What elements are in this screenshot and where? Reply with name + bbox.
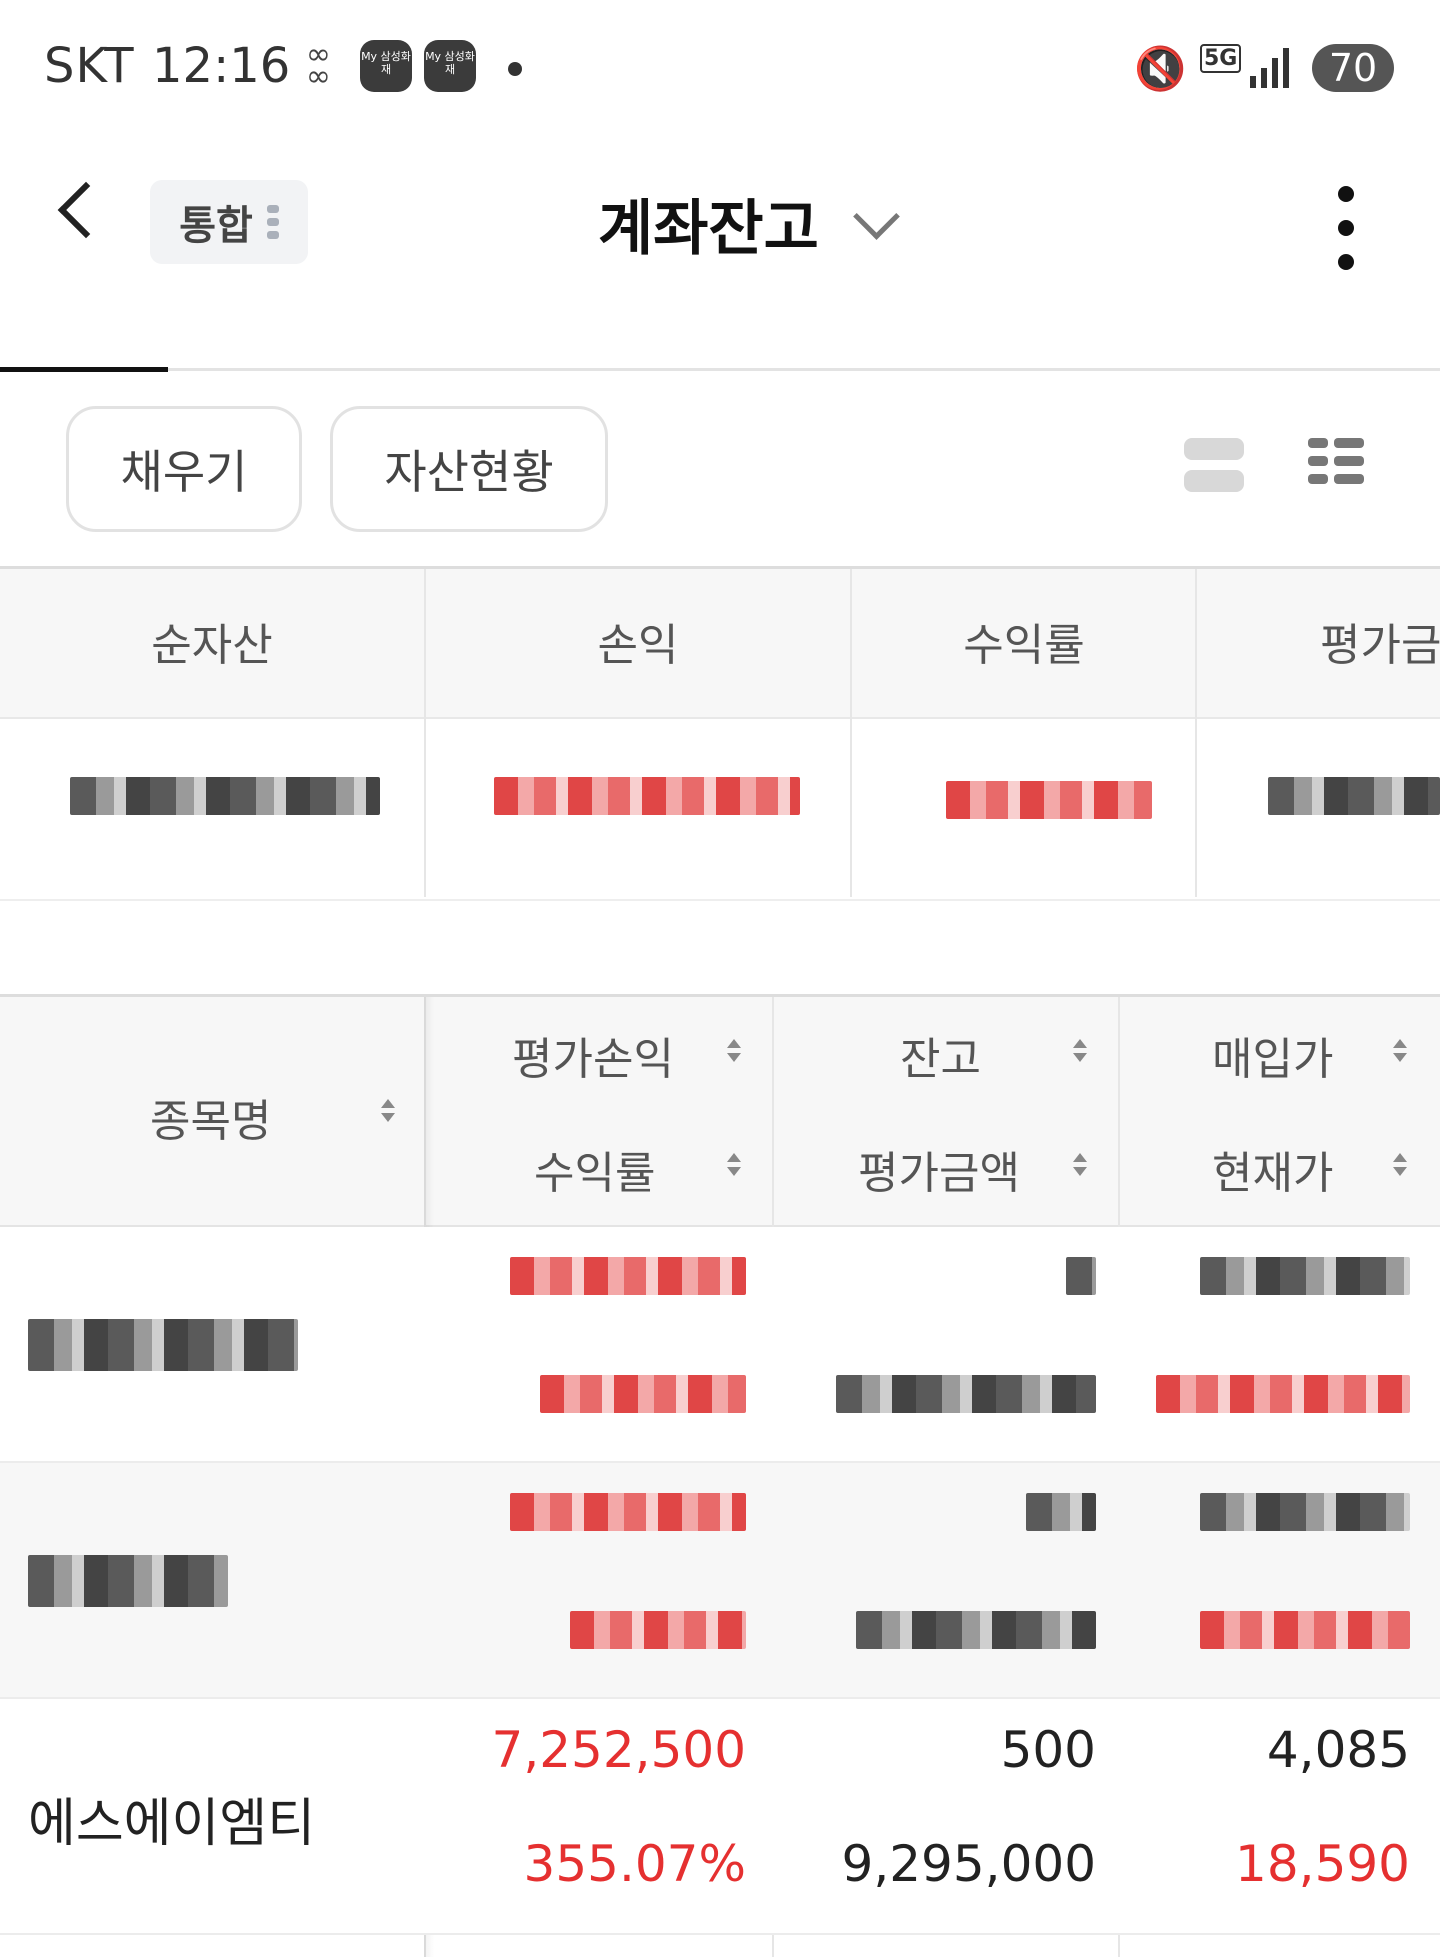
header-eval[interactable]: 평가금액: [858, 1137, 1020, 1201]
header-return-rate: 수익률: [963, 620, 1085, 671]
carrier-label: SKT: [44, 38, 135, 94]
grid-view-icon[interactable]: [1308, 438, 1364, 484]
table-row[interactable]: [0, 1227, 1440, 1463]
eval-value: 9,295,000: [841, 1835, 1096, 1893]
qty-value: 500: [1000, 1721, 1096, 1779]
header-qty[interactable]: 잔고: [900, 1023, 981, 1087]
header-current-price[interactable]: 현재가: [1212, 1137, 1333, 1201]
holdings-header: 종목명 평가손익 수익률 잔고 평가금액 매입가 현재가: [0, 997, 1440, 1227]
qty-value: [1066, 1257, 1096, 1295]
drag-handle-icon: [266, 205, 279, 239]
app-notification-icon: My 삼성화재: [424, 40, 476, 92]
eval-value: [836, 1375, 1096, 1413]
header-pnl[interactable]: 평가손익: [512, 1023, 674, 1087]
stock-name: [28, 1555, 228, 1607]
stock-name: [28, 1319, 298, 1371]
holdings-table: 종목명 평가손익 수익률 잔고 평가금액 매입가 현재가 에스에이엠티 7,25…: [0, 994, 1440, 1957]
return-rate-value: [946, 781, 1152, 819]
more-notifications-icon: [508, 62, 522, 76]
network-5g-icon: 5G: [1200, 44, 1242, 73]
list-view-icon[interactable]: [1184, 438, 1244, 502]
summary-header: 순자산 손익 수익률 평가금: [0, 569, 1440, 719]
header-stock-name[interactable]: 종목명: [150, 1085, 271, 1149]
pnl-value: [510, 1493, 746, 1531]
pnl-value: 7,252,500: [491, 1721, 746, 1779]
back-icon[interactable]: [57, 181, 115, 239]
table-row[interactable]: [0, 1463, 1440, 1699]
eval-amount-value: [1268, 777, 1440, 815]
table-row[interactable]: 에스에이엠티 7,252,500 355.07% 500 9,295,000 4…: [0, 1699, 1440, 1935]
buy-price-value: 4,085: [1266, 1721, 1410, 1779]
chevron-down-icon[interactable]: [853, 193, 900, 240]
eval-value: [856, 1611, 1096, 1649]
active-tab-indicator: [0, 367, 168, 372]
rate-value: [570, 1611, 746, 1649]
clock: 12:16: [152, 38, 291, 94]
more-vertical-icon[interactable]: [1338, 186, 1354, 270]
fill-button[interactable]: 채우기: [66, 406, 302, 532]
net-assets-value: [70, 777, 380, 815]
stock-name: 에스에이엠티: [28, 1794, 316, 1854]
current-price-value: [1156, 1375, 1410, 1413]
account-type-chip[interactable]: 통합: [150, 180, 308, 264]
app-notification-icon: My 삼성화재: [360, 40, 412, 92]
tab-divider: [0, 368, 1440, 371]
asset-status-button[interactable]: 자산현황: [330, 406, 608, 532]
current-price-value: 18,590: [1235, 1835, 1410, 1893]
page-title[interactable]: 계좌잔고: [598, 180, 819, 267]
chip-label: 통합: [179, 203, 253, 249]
summary-table: 순자산 손익 수익률 평가금: [0, 566, 1440, 901]
header-profit: 손익: [597, 620, 679, 671]
connect-icon: ∞ ∞: [306, 37, 331, 94]
current-price-value: [1200, 1611, 1410, 1649]
pnl-value: [510, 1257, 746, 1295]
status-bar: SKT 12:16 ∞ ∞ My 삼성화재 My 삼성화재 🔇 5G 70: [0, 0, 1440, 130]
battery-indicator: 70: [1312, 44, 1394, 92]
header-buy-price[interactable]: 매입가: [1212, 1023, 1333, 1087]
signal-icon: [1248, 46, 1292, 90]
rate-value: 355.07%: [523, 1835, 746, 1893]
profit-value: [494, 777, 800, 815]
mute-icon: 🔇: [1134, 44, 1187, 93]
buy-price-value: [1200, 1257, 1410, 1295]
rate-value: [540, 1375, 746, 1413]
header-eval-amount: 평가금: [1320, 620, 1440, 671]
qty-value: [1026, 1493, 1096, 1531]
buy-price-value: [1200, 1493, 1410, 1531]
header-net-assets: 순자산: [151, 620, 273, 671]
header-rate[interactable]: 수익률: [534, 1137, 655, 1201]
